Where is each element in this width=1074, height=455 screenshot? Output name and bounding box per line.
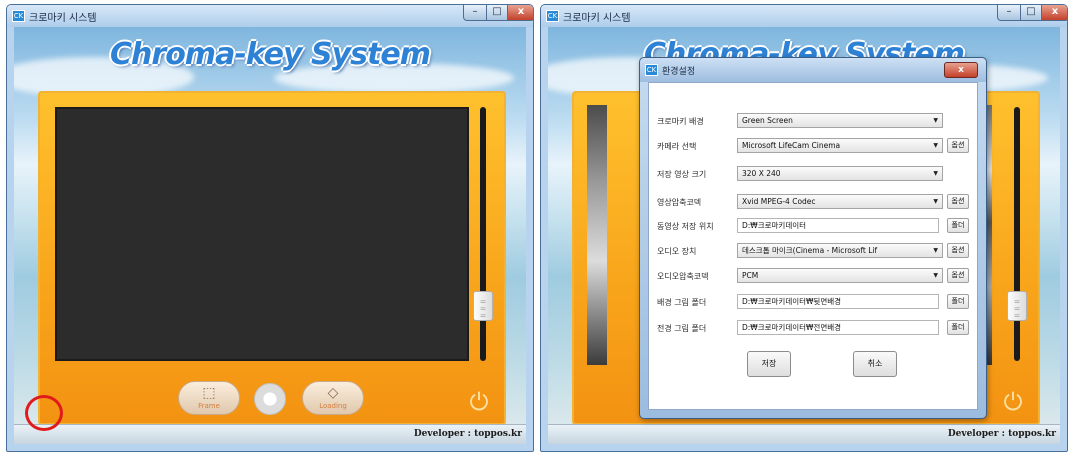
background-select[interactable]: Green Screen ▼ <box>737 113 943 128</box>
maximize-button[interactable]: □ <box>1020 5 1042 21</box>
setting-row-audio-device: 오디오 장치 데스크톱 마이크(Cinema - Microsoft Lif ▼ … <box>649 243 977 263</box>
audio-codec-option-button[interactable]: 옵션 <box>947 268 969 283</box>
setting-label: 영상압축코덱 <box>657 198 702 207</box>
window-title: 크로마키 시스템 <box>29 13 97 24</box>
setting-label: 전경 그림 폴더 <box>657 324 707 333</box>
setting-row-background: 크로마키 배경 Green Screen ▼ <box>649 113 977 133</box>
frame-button-label: Frame <box>198 402 220 410</box>
save-location-folder-button[interactable]: 폴더 <box>947 218 969 233</box>
minimize-button[interactable]: – <box>997 5 1021 21</box>
setting-row-video-size: 저장 영상 크기 320 X 240 ▼ <box>649 166 977 186</box>
settings-dialog: CK 환경설정 x 크로마키 배경 Green Screen ▼ 카메라 선택 M… <box>639 57 987 419</box>
save-button[interactable]: 저장 <box>747 351 791 377</box>
power-icon[interactable]: ⏻ <box>1000 389 1026 415</box>
zoom-slider-track[interactable] <box>1014 107 1020 361</box>
app-icon: CK <box>645 64 658 76</box>
audio-codec-select[interactable]: PCM ▼ <box>737 268 943 283</box>
setting-label: 오디오압축코덱 <box>657 272 709 281</box>
setting-label: 저장 영상 크기 <box>657 170 707 179</box>
zoom-slider-thumb[interactable]: = = = <box>473 291 493 321</box>
video-preview-left-edge <box>587 105 607 365</box>
record-button[interactable] <box>254 383 286 415</box>
highlight-circle <box>25 395 63 431</box>
camera-select[interactable]: Microsoft LifeCam Cinema ▼ <box>737 138 943 153</box>
setting-row-camera: 카메라 선택 Microsoft LifeCam Cinema ▼ 옵션 <box>649 138 977 158</box>
foreground-folder-field[interactable]: D:₩크로마키데이터₩전면배경 <box>737 320 939 335</box>
main-window-left: CK 크로마키 시스템 – □ x Chroma-key System = = = … <box>6 4 534 452</box>
video-preview <box>55 107 469 361</box>
background-folder-field[interactable]: D:₩크로마키데이터₩뒷면배경 <box>737 294 939 309</box>
chevron-down-icon: ▼ <box>933 198 938 205</box>
maximize-button[interactable]: □ <box>486 5 508 21</box>
setting-row-audio-codec: 오디오압축코덱 PCM ▼ 옵션 <box>649 268 977 288</box>
loading-icon: ◇ <box>327 385 339 401</box>
setting-label: 크로마키 배경 <box>657 117 704 126</box>
chevron-down-icon: ▼ <box>933 247 938 254</box>
setting-label: 동영상 저장 위치 <box>657 222 714 231</box>
setting-label: 배경 그림 폴더 <box>657 298 707 307</box>
app-logo-title: Chroma-key System <box>110 37 431 72</box>
frame-icon: ⬚ <box>202 385 216 401</box>
setting-row-foreground-folder: 전경 그림 폴더 D:₩크로마키데이터₩전면배경 폴더 <box>649 320 977 340</box>
audio-device-select[interactable]: 데스크톱 마이크(Cinema - Microsoft Lif ▼ <box>737 243 943 258</box>
setting-label: 카메라 선택 <box>657 142 697 151</box>
control-button-bar: ⬚ Frame ◇ Loading <box>178 381 368 415</box>
title-bar[interactable]: CK 크로마키 시스템 – □ x <box>7 5 533 27</box>
status-bar: Developer : toppos.kr <box>14 424 526 444</box>
developer-credit: Developer : toppos.kr <box>947 429 1056 439</box>
video-codec-option-button[interactable]: 옵션 <box>947 194 969 209</box>
chevron-down-icon: ▼ <box>933 142 938 149</box>
loading-button[interactable]: ◇ Loading <box>302 381 364 415</box>
main-window-right: CK 크로마키 시스템 – □ x Chroma-key System = = = … <box>540 4 1068 452</box>
frame-button[interactable]: ⬚ Frame <box>178 381 240 415</box>
settings-form: 크로마키 배경 Green Screen ▼ 카메라 선택 Microsoft L… <box>648 82 978 410</box>
developer-credit: Developer : toppos.kr <box>413 429 522 439</box>
video-size-select[interactable]: 320 X 240 ▼ <box>737 166 943 181</box>
chevron-down-icon: ▼ <box>933 170 938 177</box>
window-title: 크로마키 시스템 <box>563 13 631 24</box>
foreground-folder-button[interactable]: 폴더 <box>947 320 969 335</box>
setting-row-background-folder: 배경 그림 폴더 D:₩크로마키데이터₩뒷면배경 폴더 <box>649 294 977 314</box>
minimize-button[interactable]: – <box>463 5 487 21</box>
close-button[interactable]: x <box>1041 5 1067 21</box>
app-icon: CK <box>546 10 559 22</box>
app-icon: CK <box>12 10 25 22</box>
camera-option-button[interactable]: 옵션 <box>947 138 969 153</box>
dialog-close-button[interactable]: x <box>944 62 978 78</box>
close-button[interactable]: x <box>507 5 533 21</box>
dialog-title-bar[interactable]: CK 환경설정 x <box>640 58 986 82</box>
background-folder-button[interactable]: 폴더 <box>947 294 969 309</box>
dialog-title: 환경설정 <box>662 67 696 77</box>
zoom-slider-track[interactable] <box>480 107 486 361</box>
setting-row-save-location: 동영상 저장 위치 D:₩크로마키데이터 폴더 <box>649 218 977 238</box>
cancel-button[interactable]: 취소 <box>853 351 897 377</box>
power-icon[interactable]: ⏻ <box>466 389 492 415</box>
title-bar[interactable]: CK 크로마키 시스템 – □ x <box>541 5 1067 27</box>
status-bar: Developer : toppos.kr <box>548 424 1060 444</box>
audio-device-option-button[interactable]: 옵션 <box>947 243 969 258</box>
video-codec-select[interactable]: Xvid MPEG-4 Codec ▼ <box>737 194 943 209</box>
setting-label: 오디오 장치 <box>657 247 697 256</box>
app-client-area: Chroma-key System = = = ⬚ Frame ◇ Loading … <box>14 27 526 444</box>
zoom-slider-thumb[interactable]: = = = <box>1007 291 1027 321</box>
setting-row-video-codec: 영상압축코덱 Xvid MPEG-4 Codec ▼ 옵션 <box>649 194 977 214</box>
loading-button-label: Loading <box>319 402 347 410</box>
save-location-field[interactable]: D:₩크로마키데이터 <box>737 218 939 233</box>
preview-frame: = = = ⬚ Frame ◇ Loading ⏻ <box>38 91 506 425</box>
chevron-down-icon: ▼ <box>933 272 938 279</box>
chevron-down-icon: ▼ <box>933 117 938 124</box>
